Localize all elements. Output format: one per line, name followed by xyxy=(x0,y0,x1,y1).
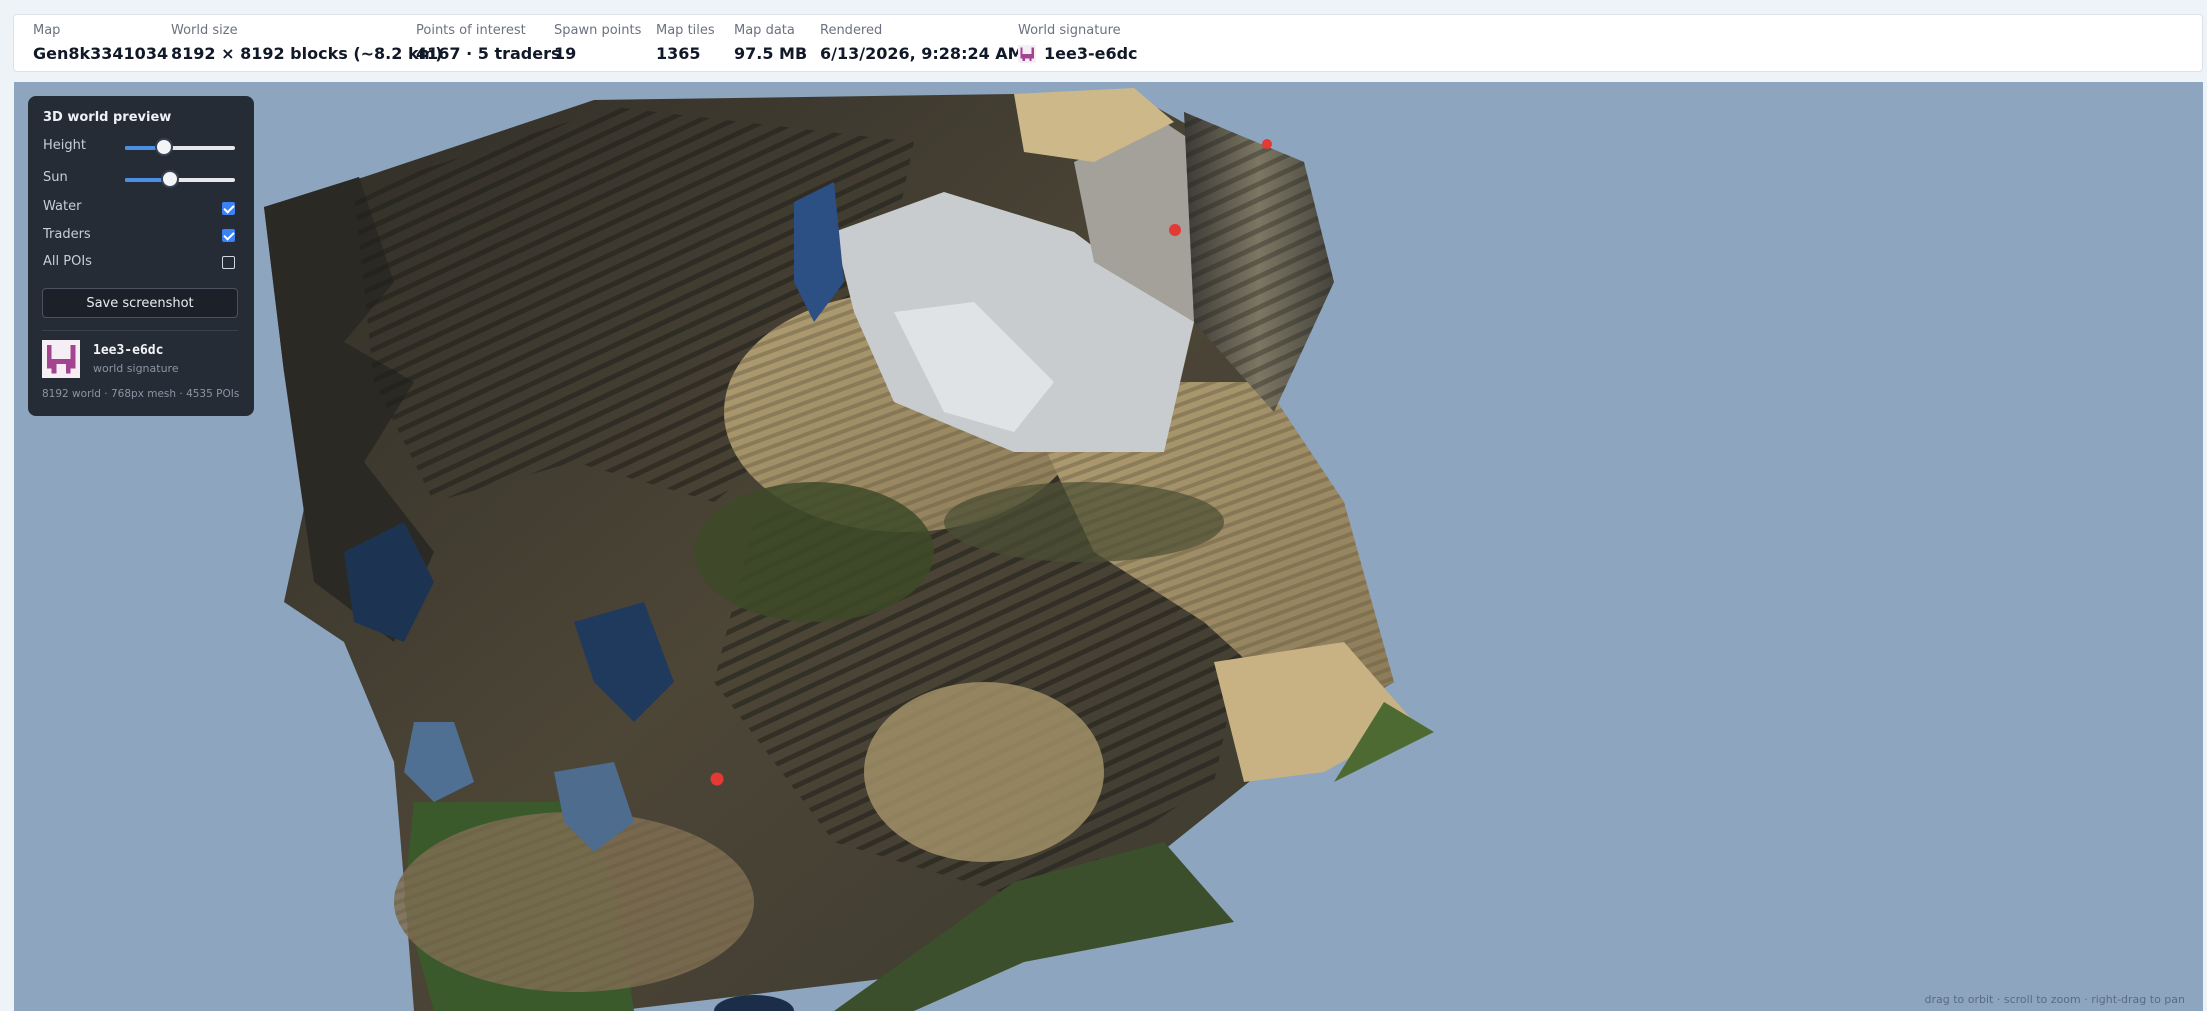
panel-footer-stats: 8192 world · 768px mesh · 4535 POIs xyxy=(42,388,240,400)
stat-label: Map tiles xyxy=(656,23,715,38)
sun-slider[interactable] xyxy=(125,170,235,188)
sun-label: Sun xyxy=(43,170,68,185)
stat-label: Rendered xyxy=(820,23,883,38)
viewport-controls-hint: drag to orbit · scroll to zoom · right-d… xyxy=(1924,993,2185,1006)
stat-value: 4167 · 5 traders xyxy=(416,44,561,63)
stat-value: Gen8k3341034 xyxy=(33,44,169,63)
trader-marker[interactable] xyxy=(1169,224,1181,236)
save-screenshot-button[interactable]: Save screenshot xyxy=(42,288,238,318)
traders-checkbox[interactable] xyxy=(222,229,235,242)
water-label: Water xyxy=(43,199,82,214)
stat-label: Points of interest xyxy=(416,23,526,38)
trader-marker[interactable] xyxy=(710,772,724,786)
preview-control-panel: 3D world preview Height Sun Water Trader… xyxy=(28,96,254,416)
stat-value: 1ee3-e6dc xyxy=(1044,44,1138,63)
top-strip xyxy=(0,0,2207,14)
stat-value: 19 xyxy=(554,44,577,63)
stat-label: Map data xyxy=(734,23,795,38)
stat-spawn-points: Spawn points 19 xyxy=(554,22,641,65)
all-pois-label: All POIs xyxy=(43,254,92,269)
stat-map: Map Gen8k3341034 xyxy=(33,22,168,65)
signature-avatar-icon xyxy=(42,340,80,378)
stat-label: Spawn points xyxy=(554,23,642,38)
stat-value: 6/13/2026, 9:28:24 AM xyxy=(820,44,1024,63)
stat-points-of-interest: Points of interest 4167 · 5 traders xyxy=(416,22,561,65)
stat-label: Map xyxy=(33,23,61,38)
trader-marker[interactable] xyxy=(1262,139,1272,149)
stat-value: 97.5 MB xyxy=(734,44,808,63)
height-slider[interactable] xyxy=(125,138,235,156)
traders-label: Traders xyxy=(43,227,91,242)
height-label: Height xyxy=(43,138,86,153)
stat-label: World size xyxy=(171,23,238,38)
panel-divider xyxy=(42,330,238,331)
signature-hash: 1ee3-e6dc xyxy=(93,343,164,358)
trader-markers xyxy=(710,139,1272,786)
stat-rendered: Rendered 6/13/2026, 9:28:24 AM xyxy=(820,22,1024,65)
stat-value: 8192 × 8192 blocks (~8.2 km) xyxy=(171,44,443,63)
stat-map-data: Map data 97.5 MB xyxy=(734,22,807,65)
world-3d-viewport[interactable]: drag to orbit · scroll to zoom · right-d… xyxy=(14,82,2203,1011)
water-checkbox[interactable] xyxy=(222,202,235,215)
height-slider-thumb[interactable] xyxy=(154,138,173,156)
all-pois-checkbox[interactable] xyxy=(222,256,235,269)
stat-world-signature: World signature 1ee3-e6dc xyxy=(1018,22,1138,65)
signature-caption: world signature xyxy=(93,362,179,375)
sun-slider-thumb[interactable] xyxy=(161,170,180,188)
map-stats-bar: Map Gen8k3341034 World size 8192 × 8192 … xyxy=(13,14,2203,72)
panel-title: 3D world preview xyxy=(43,110,172,125)
stat-label: World signature xyxy=(1018,23,1121,38)
signature-avatar-icon xyxy=(1018,45,1036,63)
stat-value: 1365 xyxy=(656,44,701,63)
stat-map-tiles: Map tiles 1365 xyxy=(656,22,715,65)
stat-world-size: World size 8192 × 8192 blocks (~8.2 km) xyxy=(171,22,443,65)
